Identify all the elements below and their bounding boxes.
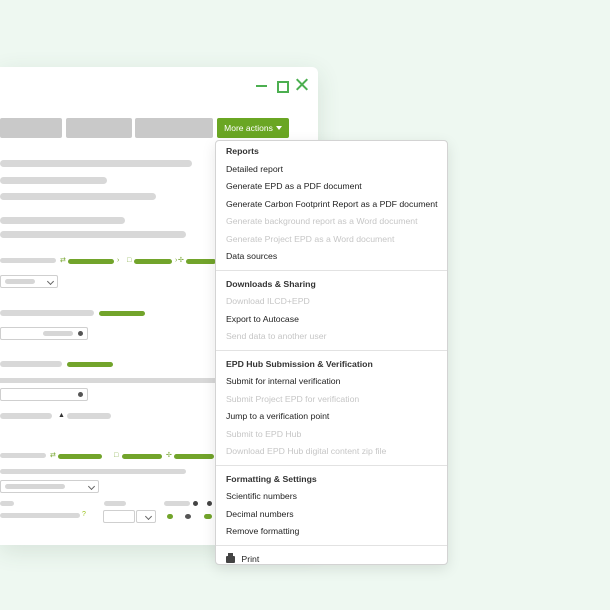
square-icon: □	[114, 452, 119, 459]
input-field[interactable]	[103, 510, 135, 523]
caret-down-icon	[275, 126, 282, 130]
info-icon[interactable]	[78, 331, 83, 336]
menu-item: Generate background report as a Word doc…	[226, 216, 418, 226]
more-actions-label: More actions	[224, 123, 273, 133]
status-dot	[185, 514, 191, 519]
placeholder-green	[67, 362, 113, 367]
placeholder-line	[0, 231, 186, 238]
toolbar-button[interactable]	[135, 118, 213, 138]
menu-item: Send data to another user	[226, 331, 327, 341]
menu-section: Reports Detailed report Generate EPD as a …	[216, 143, 447, 266]
placeholder-line	[0, 310, 94, 316]
menu-item[interactable]: Decimal numbers	[216, 506, 447, 524]
minimize-icon[interactable]	[256, 85, 267, 87]
placeholder-line	[0, 501, 14, 506]
status-dot	[167, 514, 173, 519]
toolbar-button[interactable]	[66, 118, 132, 138]
arrow-icon: ›	[175, 257, 178, 264]
placeholder-line	[0, 177, 107, 184]
menu-item[interactable]: Detailed report	[216, 161, 447, 179]
input-field[interactable]	[0, 388, 88, 401]
placeholder-line	[0, 160, 192, 167]
placeholder-line	[0, 361, 62, 367]
placeholder-green	[186, 259, 216, 264]
placeholder-line	[0, 217, 125, 224]
arrow-icon: ›	[117, 257, 120, 264]
input-field[interactable]	[0, 327, 88, 340]
status-dot	[204, 514, 212, 519]
menu-item: Submit Project EPD for verification	[226, 393, 360, 404]
menu-item[interactable]: Remove formatting	[216, 523, 447, 541]
question-icon[interactable]: ?	[82, 511, 86, 518]
placeholder-line	[164, 501, 190, 506]
lock-icon: ▲	[58, 412, 65, 419]
menu-item: Submit to EPD Hub	[226, 428, 302, 439]
print-menu-item[interactable]: Print	[216, 551, 447, 569]
placeholder-line	[0, 513, 80, 518]
placeholder-green	[99, 311, 145, 316]
menu-section-title: EPD Hub Submission & Verification	[226, 358, 373, 369]
link-icon: ⇄	[60, 257, 66, 264]
dropdown-select[interactable]	[0, 275, 58, 288]
placeholder-line	[0, 258, 56, 263]
placeholder-line	[0, 453, 46, 458]
placeholder-line	[67, 413, 111, 419]
placeholder-green	[58, 454, 102, 459]
menu-section: EPD Hub Submission & Verification Submit …	[216, 356, 447, 461]
placeholder-green	[134, 259, 172, 264]
menu-section: Downloads & Sharing Download ILCD+EPD Expo…	[216, 276, 447, 346]
help-icon[interactable]	[193, 501, 198, 506]
link-icon: ⇄	[50, 452, 56, 459]
menu-item: Generate Project EPD as a Word document	[226, 233, 395, 244]
placeholder-line	[0, 193, 156, 200]
placeholder-green	[68, 259, 114, 264]
menu-section-title: Formatting & Settings	[226, 473, 317, 484]
placeholder-line	[104, 501, 126, 506]
menu-separator	[216, 464, 447, 466]
menu-section-title: Downloads & Sharing	[226, 278, 316, 289]
dropdown-select[interactable]	[0, 480, 99, 493]
menu-item: Download EPD Hub digital content zip fil…	[226, 446, 387, 456]
info-icon[interactable]	[78, 392, 83, 397]
placeholder-line	[0, 413, 52, 419]
toolbar-button[interactable]	[0, 118, 62, 138]
plus-icon: ✢	[178, 257, 184, 264]
menu-item[interactable]: Generate Carbon Footprint Report as a PD…	[216, 196, 447, 214]
menu-item[interactable]: Submit for internal verification	[216, 373, 447, 391]
menu-item: Download ILCD+EPD	[226, 296, 310, 306]
more-actions-menu: Reports Detailed report Generate EPD as a …	[215, 140, 448, 565]
menu-item[interactable]: Generate EPD as a PDF document	[216, 178, 447, 196]
printer-icon	[226, 552, 235, 563]
menu-item[interactable]: Data sources	[216, 248, 447, 266]
menu-section: Formatting & Settings Scientific numbers D…	[216, 471, 447, 541]
menu-separator	[216, 269, 447, 271]
menu-section-title: Reports	[226, 146, 259, 156]
cloud-icon	[207, 501, 212, 506]
placeholder-green	[174, 454, 214, 459]
menu-item[interactable]: Jump to a verification point	[216, 408, 447, 426]
square-icon: □	[127, 257, 132, 264]
placeholder-line	[0, 469, 186, 474]
print-label: Print	[241, 553, 260, 564]
close-icon[interactable]	[295, 78, 308, 91]
menu-separator	[216, 544, 447, 546]
placeholder-green	[122, 454, 162, 459]
menu-separator	[216, 349, 447, 351]
menu-item[interactable]: Scientific numbers	[216, 488, 447, 506]
more-actions-button[interactable]: More actions	[217, 118, 289, 138]
dropdown-select[interactable]	[136, 510, 156, 523]
menu-item[interactable]: Export to Autocase	[216, 311, 447, 329]
plus-icon: ✢	[166, 452, 172, 459]
maximize-icon[interactable]	[277, 81, 289, 93]
